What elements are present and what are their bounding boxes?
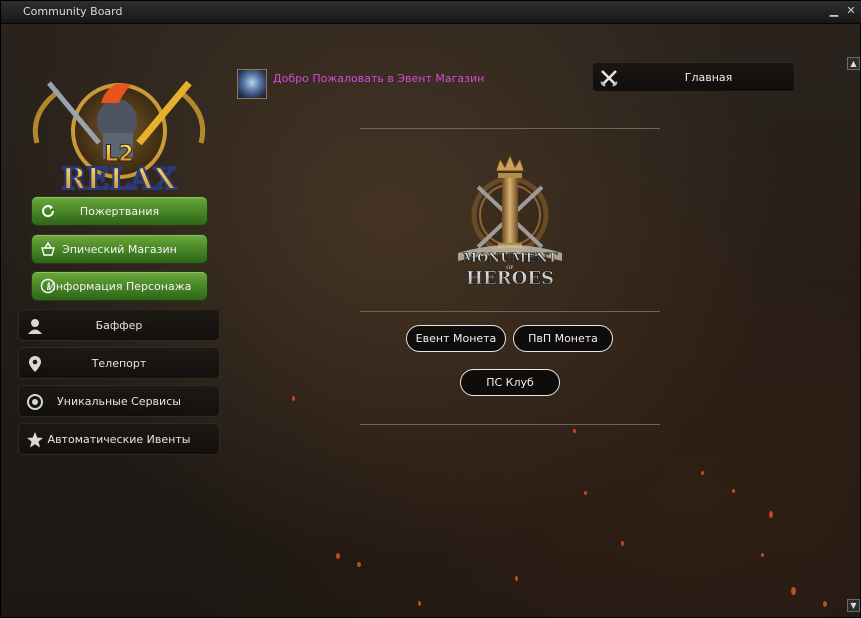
divider [360, 128, 660, 129]
ps-club-button[interactable]: ПС Клуб [460, 369, 560, 396]
character-info-label: Информация Персонажа [47, 280, 192, 293]
close-icon[interactable]: ✕ [844, 4, 858, 18]
epic-shop-label: Эпический Магазин [62, 243, 177, 256]
divider [360, 311, 660, 312]
unique-services-label: Уникальные Сервисы [57, 395, 181, 408]
crossed-swords-icon [600, 70, 618, 87]
community-board-window: Community Board ▁ ✕ L2 RELAX Пожертвания… [0, 0, 861, 618]
buffer-label: Баффер [95, 319, 143, 332]
epic-shop-button[interactable]: Эпический Магазин [31, 234, 208, 264]
pvp-coin-button[interactable]: ПвП Монета [513, 325, 613, 352]
svg-text:RELAX: RELAX [61, 162, 177, 197]
auto-events-label: Автоматические Ивенты [47, 433, 191, 446]
home-button[interactable]: Главная [592, 62, 795, 92]
event-shop-icon [237, 69, 267, 99]
home-label: Главная [684, 71, 733, 84]
divider [360, 424, 660, 425]
welcome-text: Добро Пожаловать в Эвент Магазин [273, 72, 485, 85]
auto-events-button[interactable]: Автоматические Ивенты [18, 423, 220, 455]
character-info-button[interactable]: i Информация Персонажа [31, 271, 208, 301]
event-coin-button[interactable]: Евент Монета [406, 325, 506, 352]
minimize-icon[interactable]: ▁ [827, 4, 841, 18]
svg-text:HEROES: HEROES [466, 268, 554, 288]
donations-label: Пожертвания [79, 205, 160, 218]
monument-of-heroes-banner: MONUMENT OF HEROES [448, 153, 572, 289]
buffer-button[interactable]: Баффер [18, 309, 220, 341]
svg-text:MONUMENT: MONUMENT [463, 251, 558, 266]
teleport-label: Телепорт [91, 357, 147, 370]
window-title: Community Board [23, 5, 123, 18]
scroll-up-button[interactable]: ▲ [847, 57, 860, 70]
unique-services-button[interactable]: Уникальные Сервисы [18, 385, 220, 417]
title-bar[interactable]: Community Board ▁ ✕ [1, 1, 861, 24]
l2-relax-logo: L2 RELAX [19, 73, 219, 198]
teleport-button[interactable]: Телепорт [18, 347, 220, 379]
donations-button[interactable]: Пожертвания [31, 196, 208, 226]
scroll-down-button[interactable]: ▼ [847, 599, 860, 612]
